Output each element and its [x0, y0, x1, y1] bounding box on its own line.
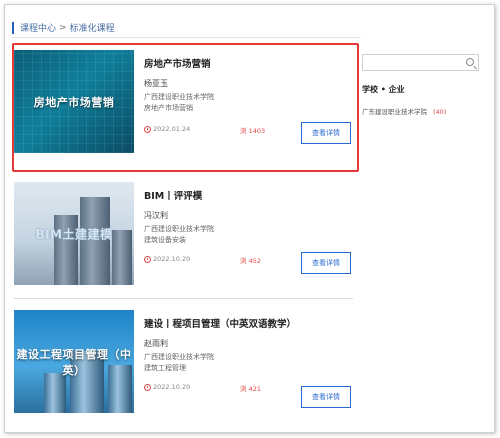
course-school: 广西建设职业技术学院 [144, 353, 214, 361]
course-school: 广西建设职业技术学院 [144, 225, 214, 233]
clock-icon [144, 255, 151, 263]
thumbnail-title: 建设工程项目管理（中英） [16, 347, 132, 377]
breadcrumb-marker [12, 21, 14, 34]
course-thumbnail[interactable]: 建设工程项目管理（中英） [14, 310, 134, 413]
course-title[interactable]: BIM丨评评模 [144, 188, 354, 202]
header-divider [12, 37, 361, 38]
course-card[interactable]: BIM土建建模 BIM丨评评模 冯汉利 广西建设职业技术学院 建筑设备安装 20… [14, 172, 354, 290]
thumbnail-title: BIM土建建模 [35, 227, 113, 241]
course-category: 建筑设备安装 [144, 236, 186, 244]
breadcrumb: 课程中心 > 标准化课程 [12, 21, 115, 34]
course-teacher: 冯汉利 [144, 211, 168, 220]
view-details-button[interactable]: 查看详情 [301, 252, 351, 274]
sidebar-title: 学校 • 企业 [362, 85, 405, 94]
building-shape [44, 373, 66, 413]
course-thumbnail[interactable]: BIM土建建模 [14, 182, 134, 285]
clock-icon [144, 383, 151, 391]
breadcrumb-current[interactable]: 标准化课程 [70, 21, 115, 34]
course-views: 浏 452 [240, 257, 261, 265]
view-details-button[interactable]: 查看详情 [301, 386, 351, 408]
selection-highlight [12, 43, 359, 172]
breadcrumb-home[interactable]: 课程中心 [20, 21, 56, 34]
course-date-text: 2022.10.20 [153, 255, 191, 263]
course-category: 建筑工程管理 [144, 364, 186, 372]
course-teacher: 赵雨利 [144, 339, 168, 348]
course-date: 2022.10.20 [144, 255, 190, 263]
course-card[interactable]: 建设工程项目管理（中英） 建设丨程项目管理（中英双语教学） 赵雨利 广西建设职业… [14, 300, 354, 418]
search-input[interactable] [362, 54, 479, 71]
course-date-text: 2022.10.20 [153, 383, 191, 391]
search-icon[interactable] [466, 58, 474, 66]
course-date: 2022.10.20 [144, 383, 190, 391]
sidebar-item-label: 广东建设职业技术学院 [362, 108, 427, 116]
sidebar-item-count: (40) [433, 108, 447, 116]
sidebar-item-school[interactable]: 广东建设职业技术学院 (40) [362, 106, 446, 116]
breadcrumb-separator: > [59, 22, 67, 33]
course-title[interactable]: 建设丨程项目管理（中英双语教学） [144, 316, 354, 330]
course-views: 浏 421 [240, 385, 261, 393]
card-divider [14, 298, 353, 299]
